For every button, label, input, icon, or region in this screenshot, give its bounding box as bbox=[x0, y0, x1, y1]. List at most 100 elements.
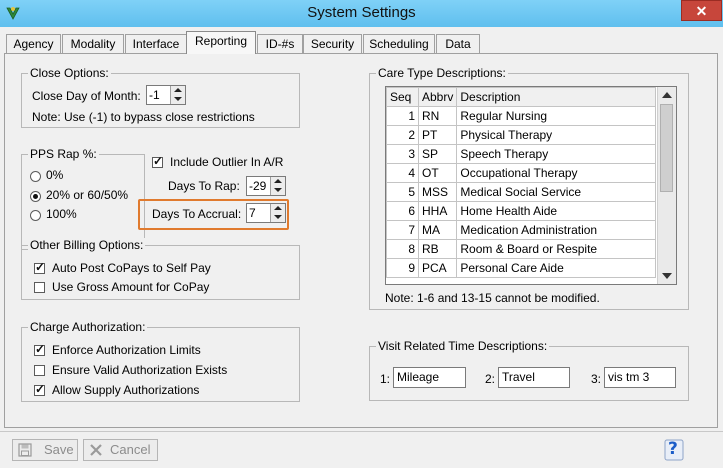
description-cell: Room & Board or Respite bbox=[456, 239, 656, 259]
save-label: Save bbox=[44, 442, 74, 457]
description-cell: Occupational Therapy bbox=[456, 163, 656, 183]
care-type-table: Seq Abbrv Description 1 RN Regular Nursing… bbox=[386, 87, 656, 278]
col-abbrv-header[interactable]: Abbrv bbox=[417, 87, 458, 107]
table-header-row: Seq Abbrv Description bbox=[386, 87, 656, 107]
ensure-valid-auth-label: Ensure Valid Authorization Exists bbox=[52, 363, 228, 377]
close-day-arrows[interactable] bbox=[170, 86, 185, 104]
days-to-accrual-stepper[interactable]: 7 bbox=[246, 203, 286, 223]
abbrv-cell: RN bbox=[417, 106, 458, 126]
description-cell: Regular Nursing bbox=[456, 106, 656, 126]
visit-time-3-input[interactable]: vis tm 3 bbox=[604, 367, 676, 388]
table-row[interactable]: 8 RB Room & Board or Respite bbox=[386, 239, 656, 259]
table-row[interactable]: 9 PCA Personal Care Aide bbox=[386, 258, 656, 278]
care-type-grid[interactable]: Seq Abbrv Description 1 RN Regular Nursing… bbox=[385, 86, 677, 285]
visit-time-2-input[interactable]: Travel bbox=[498, 367, 570, 388]
charge-auth-group: Charge Authorization: Enforce Authorizat… bbox=[21, 320, 300, 402]
gross-amount-copay-checkbox[interactable] bbox=[34, 282, 45, 293]
abbrv-cell: PCA bbox=[417, 258, 458, 278]
table-row[interactable]: 7 MA Medication Administration bbox=[386, 220, 656, 240]
description-cell: Medication Administration bbox=[456, 220, 656, 240]
seq-cell: 7 bbox=[386, 220, 419, 240]
scroll-thumb[interactable] bbox=[660, 104, 673, 192]
abbrv-cell: MA bbox=[417, 220, 458, 240]
abbrv-cell: SP bbox=[417, 144, 458, 164]
save-button[interactable]: Save bbox=[12, 439, 78, 461]
tab-reporting[interactable]: Reporting bbox=[186, 31, 256, 54]
table-row[interactable]: 3 SP Speech Therapy bbox=[386, 144, 656, 164]
charge-auth-legend: Charge Authorization: bbox=[28, 320, 148, 334]
tab-agency[interactable]: Agency bbox=[6, 34, 61, 53]
table-row[interactable]: 2 PT Physical Therapy bbox=[386, 125, 656, 145]
care-type-scrollbar[interactable] bbox=[657, 87, 676, 284]
seq-cell: 8 bbox=[386, 239, 419, 259]
days-to-rap-arrows[interactable] bbox=[270, 177, 285, 195]
pps-rap-20-radio[interactable] bbox=[30, 191, 41, 202]
help-glyph: ? bbox=[668, 439, 678, 459]
description-cell: Medical Social Service bbox=[456, 182, 656, 202]
pps-rap-20-label: 20% or 60/50% bbox=[46, 188, 129, 202]
window-title: System Settings bbox=[307, 4, 416, 21]
ensure-valid-auth-checkbox[interactable] bbox=[34, 365, 45, 376]
description-cell: Home Health Aide bbox=[456, 201, 656, 221]
cancel-label: Cancel bbox=[110, 442, 151, 457]
seq-cell: 5 bbox=[386, 182, 419, 202]
visit-time-1-label: 1: bbox=[380, 372, 391, 386]
auto-post-copays-label: Auto Post CoPays to Self Pay bbox=[52, 261, 211, 275]
enforce-auth-limits-checkbox[interactable] bbox=[34, 342, 45, 356]
gross-amount-copay-label: Use Gross Amount for CoPay bbox=[52, 280, 210, 294]
visit-time-legend: Visit Related Time Descriptions: bbox=[376, 339, 550, 353]
abbrv-cell: MSS bbox=[417, 182, 458, 202]
other-billing-legend: Other Billing Options: bbox=[28, 238, 146, 252]
visit-time-1-input[interactable]: Mileage bbox=[393, 367, 466, 388]
abbrv-cell: OT bbox=[417, 163, 458, 183]
close-note: Note: Use (-1) to bypass close restricti… bbox=[32, 110, 255, 124]
tab-modality[interactable]: Modality bbox=[62, 34, 124, 53]
abbrv-cell: HHA bbox=[417, 201, 458, 221]
cancel-button[interactable]: Cancel bbox=[83, 439, 158, 461]
include-outlier-label: Include Outlier In A/R bbox=[170, 155, 284, 169]
table-row[interactable]: 1 RN Regular Nursing bbox=[386, 106, 656, 126]
tab-scheduling[interactable]: Scheduling bbox=[363, 34, 435, 53]
days-to-rap-stepper[interactable]: -29 bbox=[246, 176, 286, 196]
seq-cell: 1 bbox=[386, 106, 419, 126]
days-to-rap-label: Days To Rap: bbox=[168, 179, 240, 193]
table-row[interactable]: 6 HHA Home Health Aide bbox=[386, 201, 656, 221]
tab-data[interactable]: Data bbox=[436, 34, 480, 53]
scroll-up-icon[interactable] bbox=[662, 92, 672, 98]
close-options-group: Close Options: Close Day of Month: -1 No… bbox=[21, 66, 300, 128]
seq-cell: 4 bbox=[386, 163, 419, 183]
seq-cell: 6 bbox=[386, 201, 419, 221]
save-disk-icon bbox=[18, 443, 32, 457]
days-to-accrual-label: Days To Accrual: bbox=[152, 207, 242, 221]
close-button[interactable]: ✕ bbox=[681, 0, 722, 21]
tab-security[interactable]: Security bbox=[303, 34, 362, 53]
help-button[interactable]: ? bbox=[664, 439, 684, 461]
days-to-accrual-arrows[interactable] bbox=[270, 204, 285, 222]
abbrv-cell: PT bbox=[417, 125, 458, 145]
col-seq-header[interactable]: Seq bbox=[386, 87, 419, 107]
allow-supply-auth-checkbox[interactable] bbox=[34, 382, 45, 396]
seq-cell: 9 bbox=[386, 258, 419, 278]
cancel-x-icon bbox=[90, 444, 102, 456]
pps-rap-group: PPS Rap %: 0% 20% or 60/50% 100% bbox=[21, 147, 145, 250]
seq-cell: 2 bbox=[386, 125, 419, 145]
settings-body: Agency Modality Interface Reporting ID-#… bbox=[0, 27, 723, 468]
days-to-rap-value: -29 bbox=[249, 179, 267, 193]
description-cell: Personal Care Aide bbox=[456, 258, 656, 278]
close-day-stepper[interactable]: -1 bbox=[146, 85, 186, 105]
auto-post-copays-checkbox[interactable] bbox=[34, 260, 45, 274]
allow-supply-auth-label: Allow Supply Authorizations bbox=[52, 383, 200, 397]
tab-id-numbers[interactable]: ID-#s bbox=[257, 34, 303, 53]
close-options-legend: Close Options: bbox=[28, 66, 111, 80]
col-description-header[interactable]: Description bbox=[456, 87, 656, 107]
visit-time-3-label: 3: bbox=[591, 372, 602, 386]
other-billing-group: Other Billing Options: Auto Post CoPays … bbox=[21, 238, 300, 300]
pps-rap-100-radio[interactable] bbox=[30, 210, 41, 221]
table-row[interactable]: 5 MSS Medical Social Service bbox=[386, 182, 656, 202]
include-outlier-checkbox[interactable] bbox=[152, 154, 163, 168]
tab-interface[interactable]: Interface bbox=[125, 34, 187, 53]
table-row[interactable]: 4 OT Occupational Therapy bbox=[386, 163, 656, 183]
seq-cell: 3 bbox=[386, 144, 419, 164]
scroll-down-icon[interactable] bbox=[662, 273, 672, 279]
pps-rap-0-radio[interactable] bbox=[30, 171, 41, 182]
